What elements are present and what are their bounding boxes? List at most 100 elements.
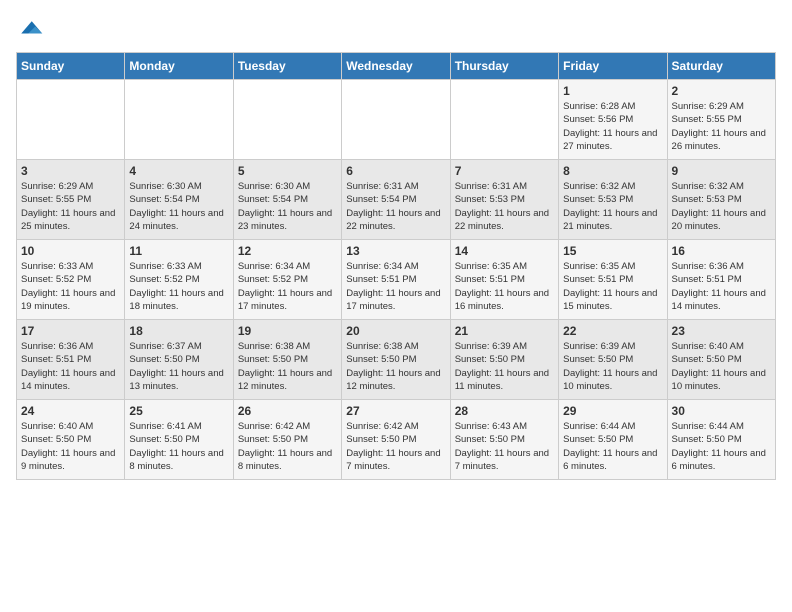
calendar-cell: 12Sunrise: 6:34 AMSunset: 5:52 PMDayligh… [233, 240, 341, 320]
weekday-header-sunday: Sunday [17, 53, 125, 80]
calendar-cell: 2 Sunrise: 6:29 AMSunset: 5:55 PMDaylight… [667, 80, 775, 160]
day-number: 22 [563, 324, 662, 338]
day-info: Sunrise: 6:42 AMSunset: 5:50 PMDaylight:… [346, 420, 445, 473]
day-number: 29 [563, 404, 662, 418]
day-info: Sunrise: 6:30 AMSunset: 5:54 PMDaylight:… [238, 180, 337, 233]
calendar-cell: 29 Sunrise: 6:44 AMSunset: 5:50 PMDayligh… [559, 400, 667, 480]
calendar-cell [342, 80, 450, 160]
calendar-cell: 21 Sunrise: 6:39 AMSunset: 5:50 PMDayligh… [450, 320, 558, 400]
day-number: 18 [129, 324, 228, 338]
day-info: Sunrise: 6:32 AMSunset: 5:53 PMDaylight:… [563, 180, 662, 233]
calendar-cell: 16 Sunrise: 6:36 AMSunset: 5:51 PMDayligh… [667, 240, 775, 320]
day-number: 26 [238, 404, 337, 418]
day-number: 17 [21, 324, 120, 338]
day-info: Sunrise: 6:31 AMSunset: 5:53 PMDaylight:… [455, 180, 554, 233]
day-number: 20 [346, 324, 445, 338]
calendar-cell: 9 Sunrise: 6:32 AMSunset: 5:53 PMDaylight… [667, 160, 775, 240]
day-number: 4 [129, 164, 228, 178]
calendar-cell: 6 Sunrise: 6:31 AMSunset: 5:54 PMDaylight… [342, 160, 450, 240]
calendar-cell: 28 Sunrise: 6:43 AMSunset: 5:50 PMDayligh… [450, 400, 558, 480]
day-number: 12 [238, 244, 337, 258]
day-number: 6 [346, 164, 445, 178]
day-info: Sunrise: 6:38 AMSunset: 5:50 PMDaylight:… [238, 340, 337, 393]
calendar-cell: 11 Sunrise: 6:33 AMSunset: 5:52 PMDayligh… [125, 240, 233, 320]
day-number: 23 [672, 324, 771, 338]
day-info: Sunrise: 6:31 AMSunset: 5:54 PMDaylight:… [346, 180, 445, 233]
day-number: 2 [672, 84, 771, 98]
calendar-cell: 20 Sunrise: 6:38 AMSunset: 5:50 PMDayligh… [342, 320, 450, 400]
calendar-cell: 23 Sunrise: 6:40 AMSunset: 5:50 PMDayligh… [667, 320, 775, 400]
day-number: 9 [672, 164, 771, 178]
calendar-cell: 10 Sunrise: 6:33 AMSunset: 5:52 PMDayligh… [17, 240, 125, 320]
day-number: 27 [346, 404, 445, 418]
day-info: Sunrise: 6:40 AMSunset: 5:50 PMDaylight:… [672, 340, 771, 393]
calendar-week-row: 24 Sunrise: 6:40 AMSunset: 5:50 PMDayligh… [17, 400, 776, 480]
calendar-header-row: SundayMondayTuesdayWednesdayThursdayFrid… [17, 53, 776, 80]
day-info: Sunrise: 6:33 AMSunset: 5:52 PMDaylight:… [129, 260, 228, 313]
calendar-week-row: 3 Sunrise: 6:29 AMSunset: 5:55 PMDaylight… [17, 160, 776, 240]
day-number: 19 [238, 324, 337, 338]
day-number: 14 [455, 244, 554, 258]
day-info: Sunrise: 6:36 AMSunset: 5:51 PMDaylight:… [21, 340, 120, 393]
day-number: 5 [238, 164, 337, 178]
calendar-cell: 5 Sunrise: 6:30 AMSunset: 5:54 PMDaylight… [233, 160, 341, 240]
day-number: 11 [129, 244, 228, 258]
calendar-cell [233, 80, 341, 160]
calendar-body: 1Sunrise: 6:28 AMSunset: 5:56 PMDaylight… [17, 80, 776, 480]
logo [16, 16, 48, 44]
day-number: 7 [455, 164, 554, 178]
calendar-cell: 22Sunrise: 6:39 AMSunset: 5:50 PMDayligh… [559, 320, 667, 400]
day-number: 8 [563, 164, 662, 178]
calendar-table: SundayMondayTuesdayWednesdayThursdayFrid… [16, 52, 776, 480]
logo-icon [16, 16, 44, 44]
day-info: Sunrise: 6:39 AMSunset: 5:50 PMDaylight:… [455, 340, 554, 393]
weekday-header-saturday: Saturday [667, 53, 775, 80]
calendar-cell [17, 80, 125, 160]
day-number: 15 [563, 244, 662, 258]
day-info: Sunrise: 6:35 AMSunset: 5:51 PMDaylight:… [563, 260, 662, 313]
day-number: 3 [21, 164, 120, 178]
calendar-cell: 19 Sunrise: 6:38 AMSunset: 5:50 PMDayligh… [233, 320, 341, 400]
day-number: 30 [672, 404, 771, 418]
weekday-header-thursday: Thursday [450, 53, 558, 80]
day-info: Sunrise: 6:40 AMSunset: 5:50 PMDaylight:… [21, 420, 120, 473]
day-number: 13 [346, 244, 445, 258]
calendar-cell: 4Sunrise: 6:30 AMSunset: 5:54 PMDaylight… [125, 160, 233, 240]
day-info: Sunrise: 6:44 AMSunset: 5:50 PMDaylight:… [563, 420, 662, 473]
day-info: Sunrise: 6:38 AMSunset: 5:50 PMDaylight:… [346, 340, 445, 393]
calendar-cell [450, 80, 558, 160]
weekday-header-wednesday: Wednesday [342, 53, 450, 80]
day-info: Sunrise: 6:34 AMSunset: 5:51 PMDaylight:… [346, 260, 445, 313]
day-info: Sunrise: 6:42 AMSunset: 5:50 PMDaylight:… [238, 420, 337, 473]
calendar-cell: 13 Sunrise: 6:34 AMSunset: 5:51 PMDayligh… [342, 240, 450, 320]
day-info: Sunrise: 6:29 AMSunset: 5:55 PMDaylight:… [672, 100, 771, 153]
day-info: Sunrise: 6:33 AMSunset: 5:52 PMDaylight:… [21, 260, 120, 313]
day-info: Sunrise: 6:32 AMSunset: 5:53 PMDaylight:… [672, 180, 771, 233]
weekday-header-friday: Friday [559, 53, 667, 80]
day-number: 24 [21, 404, 120, 418]
calendar-cell: 1Sunrise: 6:28 AMSunset: 5:56 PMDaylight… [559, 80, 667, 160]
day-info: Sunrise: 6:29 AMSunset: 5:55 PMDaylight:… [21, 180, 120, 233]
day-info: Sunrise: 6:35 AMSunset: 5:51 PMDaylight:… [455, 260, 554, 313]
day-info: Sunrise: 6:43 AMSunset: 5:50 PMDaylight:… [455, 420, 554, 473]
calendar-week-row: 10 Sunrise: 6:33 AMSunset: 5:52 PMDayligh… [17, 240, 776, 320]
day-number: 21 [455, 324, 554, 338]
day-info: Sunrise: 6:41 AMSunset: 5:50 PMDaylight:… [129, 420, 228, 473]
calendar-cell: 24 Sunrise: 6:40 AMSunset: 5:50 PMDayligh… [17, 400, 125, 480]
day-number: 28 [455, 404, 554, 418]
calendar-cell: 7 Sunrise: 6:31 AMSunset: 5:53 PMDaylight… [450, 160, 558, 240]
day-number: 10 [21, 244, 120, 258]
day-number: 16 [672, 244, 771, 258]
day-info: Sunrise: 6:36 AMSunset: 5:51 PMDaylight:… [672, 260, 771, 313]
day-info: Sunrise: 6:28 AMSunset: 5:56 PMDaylight:… [563, 100, 662, 153]
page-header [16, 16, 776, 44]
calendar-cell: 30 Sunrise: 6:44 AMSunset: 5:50 PMDayligh… [667, 400, 775, 480]
calendar-week-row: 17 Sunrise: 6:36 AMSunset: 5:51 PMDayligh… [17, 320, 776, 400]
calendar-week-row: 1Sunrise: 6:28 AMSunset: 5:56 PMDaylight… [17, 80, 776, 160]
day-info: Sunrise: 6:44 AMSunset: 5:50 PMDaylight:… [672, 420, 771, 473]
calendar-cell: 25 Sunrise: 6:41 AMSunset: 5:50 PMDayligh… [125, 400, 233, 480]
day-info: Sunrise: 6:37 AMSunset: 5:50 PMDaylight:… [129, 340, 228, 393]
day-number: 25 [129, 404, 228, 418]
calendar-cell: 27 Sunrise: 6:42 AMSunset: 5:50 PMDayligh… [342, 400, 450, 480]
calendar-cell: 8 Sunrise: 6:32 AMSunset: 5:53 PMDaylight… [559, 160, 667, 240]
